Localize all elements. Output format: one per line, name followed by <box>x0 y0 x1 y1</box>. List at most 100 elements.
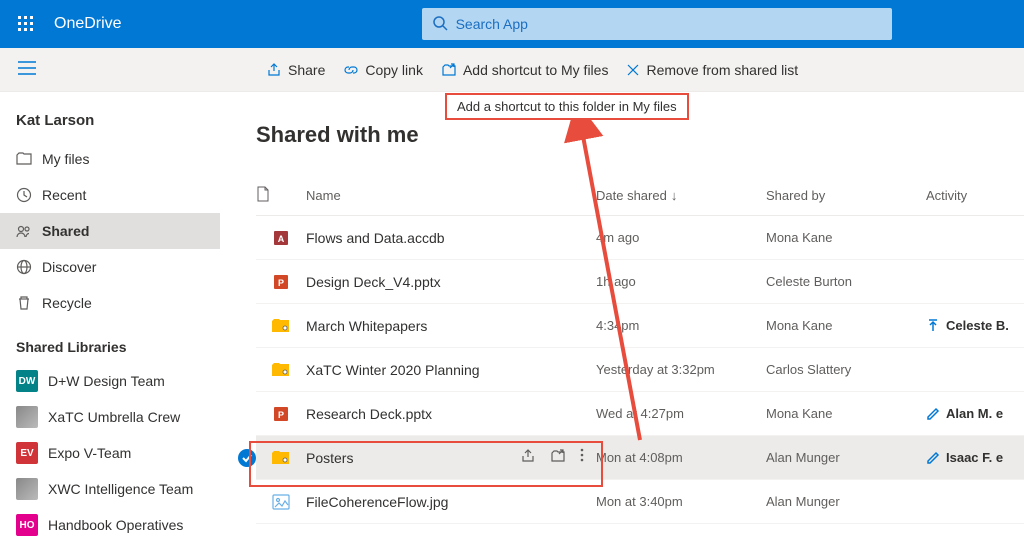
nav-label: Recycle <box>42 295 92 311</box>
svg-text:P: P <box>278 278 284 288</box>
file-name: Research Deck.pptx <box>306 406 596 422</box>
file-type-icon <box>256 494 306 510</box>
nav-toggle-button[interactable] <box>18 61 36 78</box>
waffle-icon <box>18 16 34 32</box>
date-shared: 4:34pm <box>596 318 766 333</box>
date-shared: 1h ago <box>596 274 766 289</box>
date-shared: 4m ago <box>596 230 766 245</box>
file-type-icon <box>256 362 306 378</box>
remove-from-shared-button[interactable]: Remove from shared list <box>626 62 798 78</box>
date-shared: Mon at 3:40pm <box>596 494 766 509</box>
file-type-icon <box>256 318 306 334</box>
shared-by: Alan Munger <box>766 494 926 509</box>
library-label: XaTC Umbrella Crew <box>48 409 180 425</box>
col-sharedby-header[interactable]: Shared by <box>766 188 926 203</box>
file-name: Design Deck_V4.pptx <box>306 274 596 290</box>
share-button[interactable]: Share <box>266 62 325 78</box>
table-row[interactable]: A Flows and Data.accdb4m agoMona Kane <box>256 216 1024 260</box>
library-badge <box>16 406 38 428</box>
globe-icon <box>16 259 42 275</box>
table-row[interactable]: PostersMon at 4:08pmAlan MungerIsaac F. … <box>256 436 1024 480</box>
shared-by: Mona Kane <box>766 230 926 245</box>
library-label: XWC Intelligence Team <box>48 481 193 497</box>
file-name: Flows and Data.accdb <box>306 230 596 246</box>
close-icon <box>626 63 640 77</box>
svg-text:A: A <box>278 234 285 244</box>
search-box[interactable] <box>422 8 892 40</box>
shortcut-tooltip: Add a shortcut to this folder in My file… <box>445 93 689 120</box>
shared-by: Carlos Slattery <box>766 362 926 377</box>
table-row[interactable]: FileCoherenceFlow.jpgMon at 3:40pmAlan M… <box>256 480 1024 524</box>
file-type-icon <box>256 450 306 466</box>
search-input[interactable] <box>456 16 882 32</box>
table-row[interactable]: XaTC Winter 2020 PlanningYesterday at 3:… <box>256 348 1024 392</box>
nav-label: Discover <box>42 259 96 275</box>
link-icon <box>343 62 359 78</box>
activity: Celeste B. <box>926 318 1024 333</box>
sidebar-item-shared[interactable]: Shared <box>0 213 220 249</box>
file-type-icon: A <box>256 229 306 247</box>
brand-label: OneDrive <box>54 15 122 33</box>
col-icon <box>256 186 306 205</box>
sidebar: Kat Larson My files Recent Shared Discov… <box>0 92 220 547</box>
shared-by: Celeste Burton <box>766 274 926 289</box>
content-area: Shared with me Name Date shared↓ Shared … <box>220 92 1024 547</box>
sidebar-library-item[interactable]: XaTC Umbrella Crew <box>0 399 220 435</box>
search-icon <box>432 15 448 34</box>
col-date-header[interactable]: Date shared↓ <box>596 188 766 203</box>
sidebar-library-item[interactable]: EV Expo V-Team <box>0 435 220 471</box>
shared-by: Mona Kane <box>766 318 926 333</box>
row-shortcut-icon[interactable] <box>550 448 566 467</box>
col-activity-header[interactable]: Activity <box>926 188 1024 203</box>
copy-link-label: Copy link <box>365 62 423 78</box>
library-label: Expo V-Team <box>48 445 131 461</box>
sidebar-library-item[interactable]: HO Handbook Operatives <box>0 507 220 543</box>
sidebar-library-item[interactable]: DW D+W Design Team <box>0 363 220 399</box>
user-name: Kat Larson <box>0 112 220 141</box>
file-type-icon: P <box>256 273 306 291</box>
add-shortcut-button[interactable]: Add shortcut to My files <box>441 62 609 78</box>
add-shortcut-label: Add shortcut to My files <box>463 62 609 78</box>
top-header: OneDrive <box>0 0 1024 48</box>
sidebar-library-item[interactable]: XWC Intelligence Team <box>0 471 220 507</box>
trash-icon <box>16 295 42 311</box>
nav-label: Shared <box>42 223 89 239</box>
share-icon <box>266 62 282 78</box>
people-icon <box>16 223 42 239</box>
file-name: FileCoherenceFlow.jpg <box>306 494 596 510</box>
svg-text:P: P <box>278 410 284 420</box>
command-bar: Share Copy link Add shortcut to My files… <box>0 48 1024 92</box>
activity: Alan M. e <box>926 406 1024 421</box>
library-badge: DW <box>16 370 38 392</box>
copy-link-button[interactable]: Copy link <box>343 62 423 78</box>
row-share-icon[interactable] <box>520 448 536 467</box>
date-shared: Wed at 4:27pm <box>596 406 766 421</box>
library-label: Handbook Operatives <box>48 517 183 533</box>
sidebar-item-recycle[interactable]: Recycle <box>0 285 220 321</box>
sidebar-item-discover[interactable]: Discover <box>0 249 220 285</box>
table-row[interactable]: March Whitepapers4:34pmMona KaneCeleste … <box>256 304 1024 348</box>
folder-icon <box>16 152 42 166</box>
sort-down-icon: ↓ <box>671 188 678 203</box>
file-type-icon: P <box>256 405 306 423</box>
table-row[interactable]: P Research Deck.pptxWed at 4:27pmMona Kan… <box>256 392 1024 436</box>
shared-by: Mona Kane <box>766 406 926 421</box>
share-label: Share <box>288 62 325 78</box>
col-name-header[interactable]: Name <box>306 188 596 203</box>
shortcut-icon <box>441 62 457 78</box>
app-launcher-button[interactable] <box>10 8 42 40</box>
sidebar-item-myfiles[interactable]: My files <box>0 141 220 177</box>
file-name: XaTC Winter 2020 Planning <box>306 362 596 378</box>
table-row[interactable]: P Design Deck_V4.pptx1h agoCeleste Burton <box>256 260 1024 304</box>
library-badge: EV <box>16 442 38 464</box>
date-shared: Mon at 4:08pm <box>596 450 766 465</box>
library-badge <box>16 478 38 500</box>
row-more-icon[interactable] <box>580 448 584 467</box>
file-icon <box>256 186 270 202</box>
file-name: March Whitepapers <box>306 318 596 334</box>
library-badge: HO <box>16 514 38 536</box>
sidebar-item-recent[interactable]: Recent <box>0 177 220 213</box>
nav-label: Recent <box>42 187 86 203</box>
date-shared: Yesterday at 3:32pm <box>596 362 766 377</box>
library-label: D+W Design Team <box>48 373 165 389</box>
